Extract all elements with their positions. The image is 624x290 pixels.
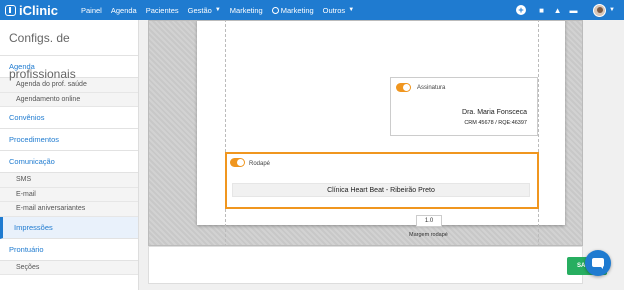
sidebar-item-secoes[interactable]: Seções: [0, 260, 138, 275]
nav-painel[interactable]: Painel: [81, 6, 102, 15]
bell-icon[interactable]: ▲: [553, 6, 562, 15]
sidebar-section-impressoes[interactable]: Impressões: [0, 216, 138, 239]
signature-toggle-label: Assinatura: [417, 85, 446, 91]
nav-marketing-settings[interactable]: Marketing: [271, 5, 314, 15]
sidebar-item-email[interactable]: E-mail: [0, 187, 138, 202]
settings-sidebar: Configs. de profissionais Agenda Agenda …: [0, 20, 139, 290]
gift-icon[interactable]: ■: [537, 6, 546, 15]
sidebar-section-prontuario[interactable]: Prontuário: [0, 238, 138, 261]
top-navbar: iClinic Painel Agenda Pacientes Gestão ▼ …: [0, 0, 624, 20]
sidebar-section-procedimentos[interactable]: Procedimentos: [0, 129, 138, 151]
margin-guide-right: [538, 21, 539, 245]
chevron-down-icon[interactable]: ▼: [609, 7, 615, 13]
nav-gestao[interactable]: Gestão ▼: [188, 6, 221, 15]
signature-crm: CRM 45678 / RQE:46397: [464, 120, 527, 126]
print-editor: Assinatura Dra. Maria Fonsceca CRM 45678…: [148, 20, 583, 246]
chat-icon[interactable]: ▬: [569, 6, 578, 15]
nav-label: Painel: [81, 5, 102, 15]
footer-toggle-label: Rodapé: [249, 161, 271, 167]
nav-label: Marketing: [280, 5, 314, 15]
print-preview-page: Assinatura Dra. Maria Fonsceca CRM 45678…: [197, 21, 565, 245]
footer-block[interactable]: Rodapé Clínica Heart Beat - Ribeirão Pre…: [225, 152, 539, 209]
nav-label: Marketing: [229, 5, 263, 15]
nav-label: Outros: [322, 5, 346, 15]
margin-guide-left: [225, 21, 226, 245]
add-icon[interactable]: +: [516, 5, 527, 15]
action-bar: SAL: [148, 246, 607, 284]
signature-name: Dra. Maria Fonsceca: [462, 109, 527, 116]
sidebar-section-convenios[interactable]: Convênios: [0, 107, 138, 129]
logo-text: iClinic: [19, 2, 59, 18]
nav-label: Agenda: [110, 5, 137, 15]
sidebar-item-agenda-prof[interactable]: Agenda do prof. saúde: [0, 78, 138, 93]
top-right-actions: + ■ ▲ ▬ ▼: [516, 0, 624, 20]
chevron-down-icon: ▼: [348, 7, 355, 13]
signature-block[interactable]: Assinatura Dra. Maria Fonsceca CRM 45678…: [390, 77, 538, 136]
sidebar-section-comunicacao[interactable]: Comunicação: [0, 151, 138, 173]
nav-label: Pacientes: [145, 5, 179, 15]
nav-agenda[interactable]: Agenda: [111, 6, 137, 15]
footer-margin-input[interactable]: 1.0: [416, 215, 442, 227]
nav-label: Gestão: [187, 5, 212, 15]
support-chat-button[interactable]: [585, 250, 611, 276]
nav-pacientes[interactable]: Pacientes: [146, 6, 179, 15]
avatar[interactable]: [593, 3, 607, 17]
nav-marketing[interactable]: Marketing: [230, 6, 263, 15]
footer-toggle[interactable]: [230, 158, 245, 167]
main-nav: Painel Agenda Pacientes Gestão ▼ Marketin…: [81, 0, 363, 20]
chevron-down-icon: ▼: [214, 7, 221, 13]
sidebar-item-agendamento-online[interactable]: Agendamento online: [0, 92, 138, 107]
footer-margin-label: Margem rodapé: [409, 232, 448, 238]
gear-icon: [271, 6, 279, 14]
sidebar-item-email-aniversariantes[interactable]: E-mail aniversariantes: [0, 202, 138, 217]
signature-toggle[interactable]: [396, 83, 411, 92]
footer-text-field[interactable]: Clínica Heart Beat - Ribeirão Preto: [232, 183, 530, 197]
sidebar-title: Configs. de profissionais: [0, 20, 138, 81]
app-logo[interactable]: iClinic: [5, 3, 75, 18]
logo-icon: [5, 4, 16, 16]
nav-outros[interactable]: Outros ▼: [323, 6, 354, 15]
sidebar-item-sms[interactable]: SMS: [0, 173, 138, 188]
